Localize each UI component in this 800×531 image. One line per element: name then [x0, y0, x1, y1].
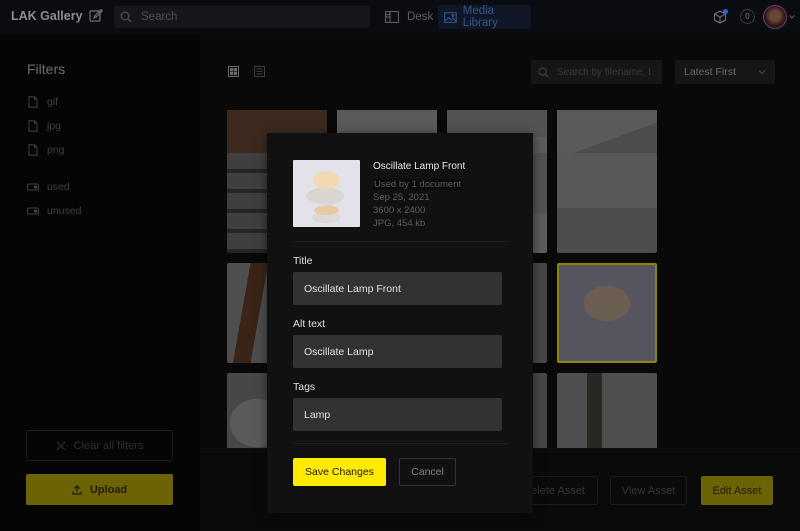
tags-label: Tags: [293, 381, 316, 393]
close-icon: [56, 441, 66, 450]
filter-used-label: used: [47, 181, 70, 193]
cancel-button[interactable]: Cancel: [399, 458, 456, 486]
title-label: Title: [293, 255, 313, 267]
upload-icon: [72, 484, 82, 495]
grid-view-icon[interactable]: [228, 66, 239, 77]
alt-text-label: Alt text: [293, 318, 326, 330]
top-bar: LAK Gallery Search Desk Media Library 0: [0, 0, 800, 34]
edit-asset-modal: Oscillate Lamp Front Used by 1 document …: [267, 133, 533, 513]
file-icon: [28, 144, 38, 156]
filename-search-input[interactable]: Search by filename, t: [531, 60, 662, 84]
edit-asset-button[interactable]: Edit Asset: [701, 476, 773, 505]
filename-search-placeholder: Search by filename, t: [557, 66, 651, 78]
filter-gif[interactable]: gif: [27, 96, 58, 108]
nav-desk-label: Desk: [407, 11, 434, 23]
asset-thumbnail: [293, 160, 360, 227]
asset-format-size: JPG, 454 kb: [373, 218, 426, 229]
media-tile-selected[interactable]: [557, 263, 657, 363]
filter-png[interactable]: png: [27, 144, 65, 156]
brand-logo[interactable]: LAK Gallery: [11, 9, 83, 23]
divider: [293, 443, 507, 444]
save-changes-button[interactable]: Save Changes: [293, 458, 386, 486]
app-root: LAK Gallery Search Desk Media Library 0 …: [0, 0, 800, 531]
title-input[interactable]: Oscillate Lamp Front: [293, 272, 502, 305]
filter-unused[interactable]: unused: [27, 205, 81, 217]
upload-label: Upload: [89, 483, 128, 496]
sort-select-value: Latest First: [684, 66, 736, 78]
toggle-icon: [27, 183, 39, 191]
global-search-placeholder: Search: [141, 11, 178, 23]
compose-icon[interactable]: [89, 9, 103, 23]
media-tile[interactable]: [557, 373, 657, 448]
view-asset-button[interactable]: View Asset: [610, 476, 687, 505]
filter-unused-label: unused: [47, 205, 82, 217]
asset-dimensions: 3600 x 2400: [373, 205, 426, 216]
asset-date: Sep 25, 2021: [373, 192, 430, 203]
asset-name: Oscillate Lamp Front: [373, 161, 466, 172]
filter-used[interactable]: used: [27, 181, 70, 193]
asset-usage[interactable]: Used by 1 document: [373, 179, 463, 190]
toggle-icon: [27, 207, 39, 215]
filter-jpg-label: jpg: [47, 120, 62, 132]
filters-sidebar: Filters gif jpg png used unused Clear al…: [0, 34, 200, 531]
nav-media-library-label: Media Library: [462, 5, 498, 29]
file-icon: [28, 96, 38, 108]
divider: [293, 241, 507, 242]
filters-title: Filters: [27, 61, 66, 77]
notification-dot: [723, 9, 728, 14]
media-tile[interactable]: [557, 153, 657, 253]
global-search-input[interactable]: Search: [114, 6, 370, 28]
nav-desk[interactable]: Desk: [382, 6, 436, 28]
alt-text-input[interactable]: Oscillate Lamp: [293, 335, 502, 368]
user-avatar[interactable]: [763, 5, 787, 29]
tags-input[interactable]: Lamp: [293, 398, 502, 431]
image-icon: [444, 11, 457, 23]
filter-gif-label: gif: [47, 96, 59, 108]
upload-button[interactable]: Upload: [26, 474, 173, 505]
clear-filters-label: Clear all filters: [73, 439, 144, 452]
notification-count-badge[interactable]: 0: [740, 9, 755, 24]
chevron-down-icon[interactable]: [789, 14, 795, 20]
list-view-icon[interactable]: [254, 66, 265, 77]
desk-icon: [385, 11, 399, 23]
filter-jpg[interactable]: jpg: [27, 120, 61, 132]
search-icon: [120, 11, 132, 23]
filter-png-label: png: [47, 144, 65, 156]
sort-select[interactable]: Latest First: [675, 60, 775, 84]
clear-filters-button[interactable]: Clear all filters: [26, 430, 173, 461]
search-icon: [538, 66, 549, 78]
file-icon: [28, 120, 38, 132]
chevron-down-icon: [758, 70, 766, 75]
nav-media-library[interactable]: Media Library: [438, 5, 531, 29]
